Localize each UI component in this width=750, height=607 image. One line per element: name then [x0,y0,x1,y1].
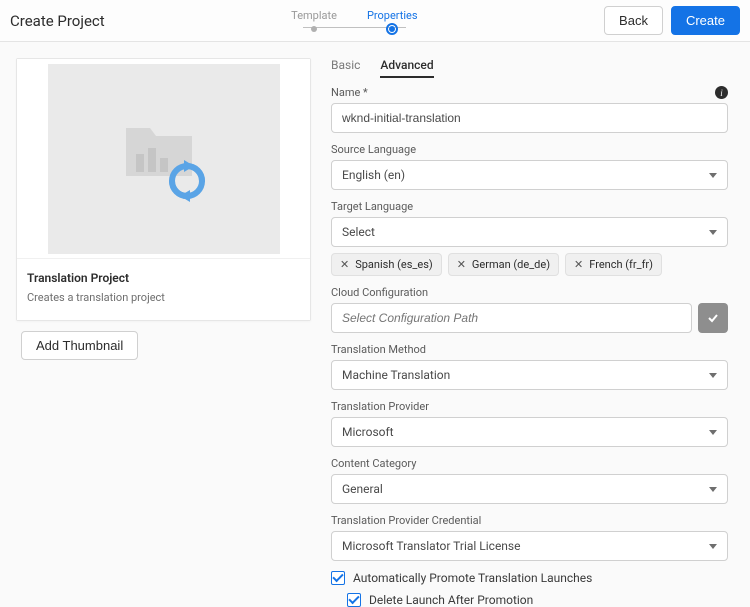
step-dot-icon [311,26,317,32]
wizard-stepper: Template Properties [291,9,417,32]
back-button[interactable]: Back [604,6,663,35]
target-language-label: Target Language [331,200,413,213]
delete-launch-label: Delete Launch After Promotion [369,593,533,607]
chevron-down-icon [709,487,717,492]
source-language-select[interactable]: English (en) [331,160,728,190]
select-placeholder: Select [342,225,375,239]
chevron-down-icon [709,230,717,235]
cloud-config-toggle[interactable] [698,303,728,333]
name-input[interactable] [331,103,728,133]
chevron-down-icon [709,544,717,549]
select-value: Machine Translation [342,368,450,382]
select-value: General [342,482,383,496]
remove-icon[interactable]: ✕ [340,258,349,271]
project-card: Translation Project Creates a translatio… [16,58,311,321]
tab-basic[interactable]: Basic [331,58,360,78]
step-template[interactable]: Template [291,9,337,32]
check-icon [707,312,719,324]
select-value: Microsoft Translator Trial License [342,539,521,553]
remove-icon[interactable]: ✕ [574,258,583,271]
select-value: Microsoft [342,425,394,439]
tag-french[interactable]: ✕ French (fr_fr) [565,253,662,276]
auto-promote-checkbox[interactable] [331,571,345,585]
target-language-select[interactable]: Select [331,217,728,247]
source-language-label: Source Language [331,143,416,156]
add-thumbnail-button[interactable]: Add Thumbnail [21,331,138,360]
step-dot-icon [389,26,395,32]
chevron-down-icon [709,373,717,378]
tag-label: Spanish (es_es) [355,258,432,271]
provider-credential-label: Translation Provider Credential [331,514,481,527]
step-properties[interactable]: Properties [367,9,418,32]
tag-spanish[interactable]: ✕ Spanish (es_es) [331,253,442,276]
create-button[interactable]: Create [671,6,740,35]
step-label: Template [291,9,337,22]
tab-advanced[interactable]: Advanced [380,58,433,78]
tag-label: French (fr_fr) [589,258,653,271]
cloud-config-input[interactable] [331,303,692,333]
remove-icon[interactable]: ✕ [457,258,466,271]
card-title: Translation Project [27,271,300,285]
auto-promote-label: Automatically Promote Translation Launch… [353,571,592,585]
translation-provider-select[interactable]: Microsoft [331,417,728,447]
page-title: Create Project [10,12,105,30]
chevron-down-icon [709,173,717,178]
translation-method-label: Translation Method [331,343,426,356]
info-icon[interactable]: i [715,86,728,99]
content-category-label: Content Category [331,457,416,470]
translation-method-select[interactable]: Machine Translation [331,360,728,390]
name-label: Name * [331,86,368,99]
tag-german[interactable]: ✕ German (de_de) [448,253,559,276]
step-label: Properties [367,9,418,22]
thumbnail-placeholder [48,64,280,254]
folder-chart-refresh-icon [114,114,214,204]
tag-label: German (de_de) [472,258,550,271]
thumbnail-area [17,59,310,259]
select-value: English (en) [342,168,405,182]
translation-provider-label: Translation Provider [331,400,429,413]
cloud-config-label: Cloud Configuration [331,286,428,299]
provider-credential-select[interactable]: Microsoft Translator Trial License [331,531,728,561]
content-category-select[interactable]: General [331,474,728,504]
chevron-down-icon [709,430,717,435]
card-description: Creates a translation project [27,291,300,304]
delete-launch-checkbox[interactable] [347,593,361,607]
